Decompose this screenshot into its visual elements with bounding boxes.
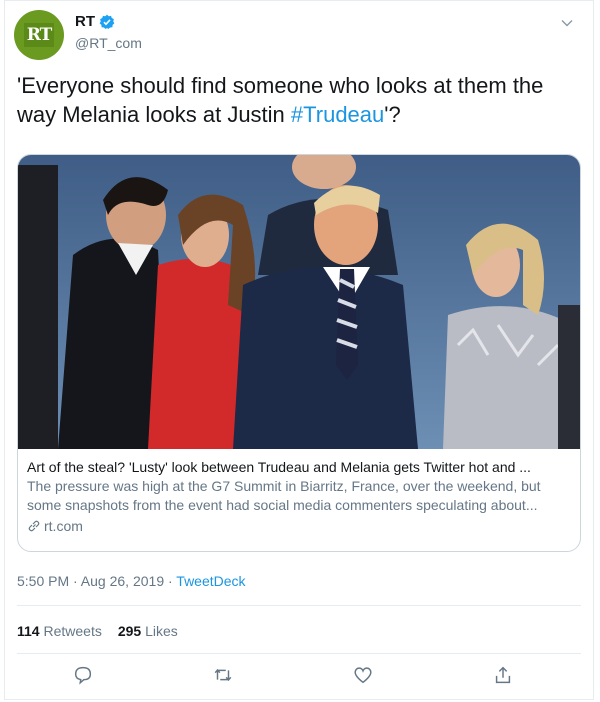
link-domain: rt.com [44, 518, 83, 534]
share-icon[interactable] [492, 664, 514, 686]
retweets-label: Retweets [43, 623, 102, 639]
divider [17, 653, 581, 654]
heart-icon[interactable] [352, 664, 374, 686]
tweet-text: 'Everyone should find someone who looks … [17, 71, 577, 129]
tweet-text-end: '? [384, 102, 401, 127]
tweet-timestamp[interactable]: 5:50 PM · Aug 26, 2019 · [17, 573, 176, 589]
link-preview-image [18, 155, 580, 449]
link-description: The pressure was high at the G7 Summit i… [27, 478, 541, 513]
avatar[interactable]: RT [14, 10, 64, 60]
likes-count: 295 [117, 623, 142, 639]
link-preview-text: Art of the steal? 'Lusty' look between T… [27, 459, 572, 534]
tweet-text-body: 'Everyone should find someone who looks … [17, 73, 544, 127]
author-name-row: RT [75, 13, 115, 30]
tweet-card: RT RT @RT_com 'Everyone should find some… [4, 0, 594, 700]
avatar-logo-text: RT [23, 23, 55, 47]
link-icon [28, 520, 40, 532]
chevron-down-icon[interactable] [561, 17, 573, 29]
likes-label: Likes [145, 623, 178, 639]
link-title[interactable]: Art of the steal? 'Lusty' look between T… [27, 459, 572, 475]
author-handle[interactable]: @RT_com [75, 35, 142, 51]
retweets-stat[interactable]: 114 Retweets [17, 623, 102, 639]
link-preview-card[interactable]: Art of the steal? 'Lusty' look between T… [17, 154, 581, 552]
comment-icon[interactable] [72, 664, 94, 686]
tweet-actions-bar [0, 664, 600, 694]
verified-badge-icon [99, 14, 115, 29]
hashtag-link[interactable]: #Trudeau [291, 102, 384, 127]
author-name[interactable]: RT [75, 13, 95, 30]
likes-stat[interactable]: 295 Likes [118, 623, 178, 639]
retweet-icon[interactable] [212, 664, 234, 686]
retweets-count: 114 [17, 623, 40, 639]
engagement-stats: 114 Retweets 295 Likes [17, 623, 178, 639]
tweet-source[interactable]: TweetDeck [176, 573, 245, 589]
tweet-timestamp-row: 5:50 PM · Aug 26, 2019 · TweetDeck [17, 573, 246, 589]
link-domain-row: rt.com [27, 518, 572, 534]
divider [17, 605, 581, 606]
